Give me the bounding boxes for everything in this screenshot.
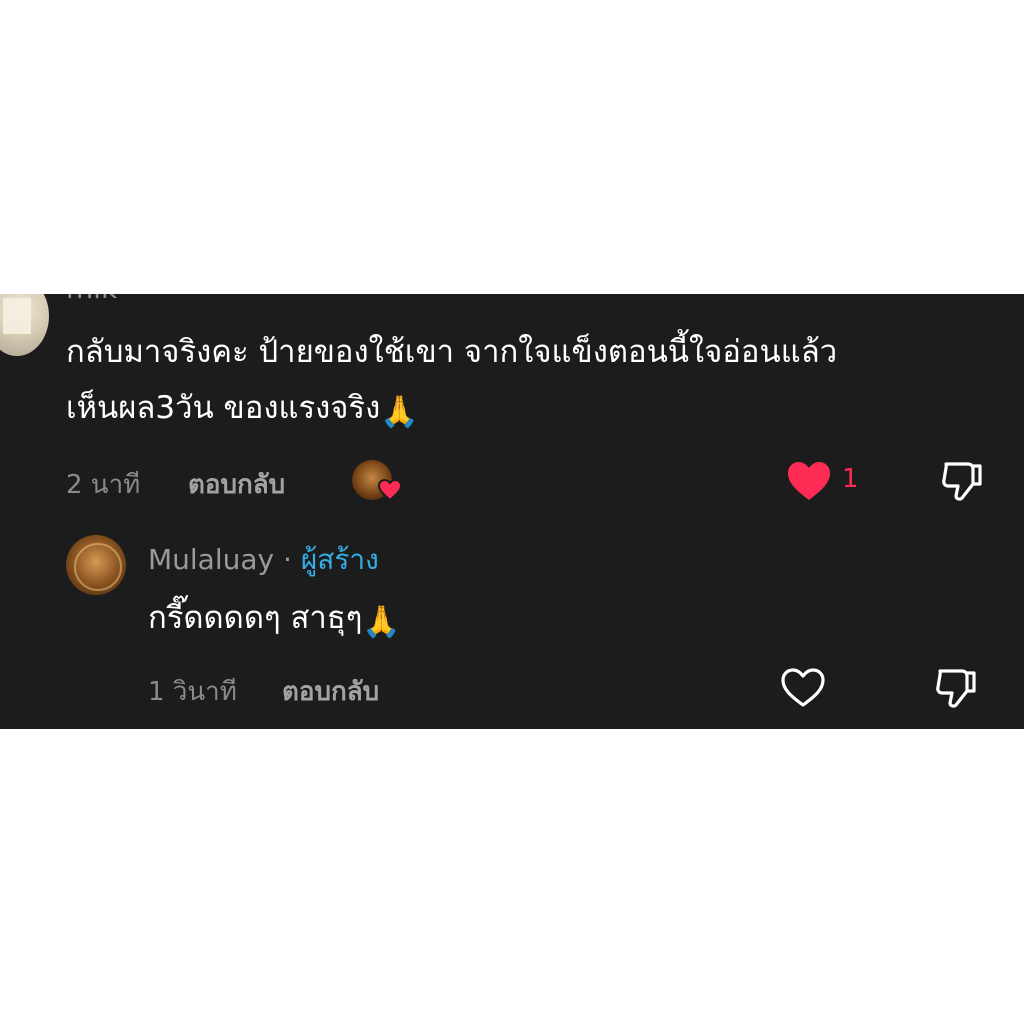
praying-hands-emoji: 🙏 (380, 394, 419, 430)
reply-timestamp: 1 วินาที (148, 677, 237, 707)
like-count: 1 (842, 464, 859, 494)
heart-badge-icon (378, 479, 402, 501)
reply-button[interactable]: ตอบกลับ (188, 464, 285, 505)
creator-username[interactable]: Mulaluay (148, 543, 274, 576)
heart-outline-icon[interactable] (780, 667, 826, 709)
commenter-avatar[interactable] (0, 294, 49, 356)
thumbs-down-icon[interactable] (940, 460, 984, 502)
comment-text-line-1: กลับมาจริงคะ ป้ายของใช้เขา จากใจแข็งตอนน… (66, 334, 838, 370)
heart-filled-icon[interactable] (786, 460, 832, 502)
reply-text-body: กรี๊ดดดดๆ สาธุๆ (148, 600, 363, 636)
comment-text-line-2: เห็นผล3วัน ของแรงจริง (66, 390, 381, 426)
comment-panel: mik ♥ กลับมาจริงคะ ป้ายของใช้เขา จากใจแข… (0, 294, 1024, 729)
creator-avatar[interactable] (66, 535, 126, 595)
reply-text: กรี๊ดดดดๆ สาธุๆ🙏 (148, 590, 401, 650)
creator-name-line: Mulaluay · ผู้สร้าง (148, 538, 379, 582)
commenter-username[interactable]: mik (66, 294, 117, 305)
heart-badge-icon: ♥ (140, 294, 162, 297)
thumbs-down-icon[interactable] (934, 667, 978, 709)
comment-timestamp: 2 นาที (66, 470, 141, 500)
reply-button[interactable]: ตอบกลับ (282, 671, 379, 712)
separator-dot: · (283, 543, 292, 576)
comment-text: กลับมาจริงคะ ป้ายของใช้เขา จากใจแข็งตอนน… (66, 324, 986, 440)
praying-hands-emoji: 🙏 (362, 604, 401, 640)
creator-badge: ผู้สร้าง (300, 543, 379, 576)
